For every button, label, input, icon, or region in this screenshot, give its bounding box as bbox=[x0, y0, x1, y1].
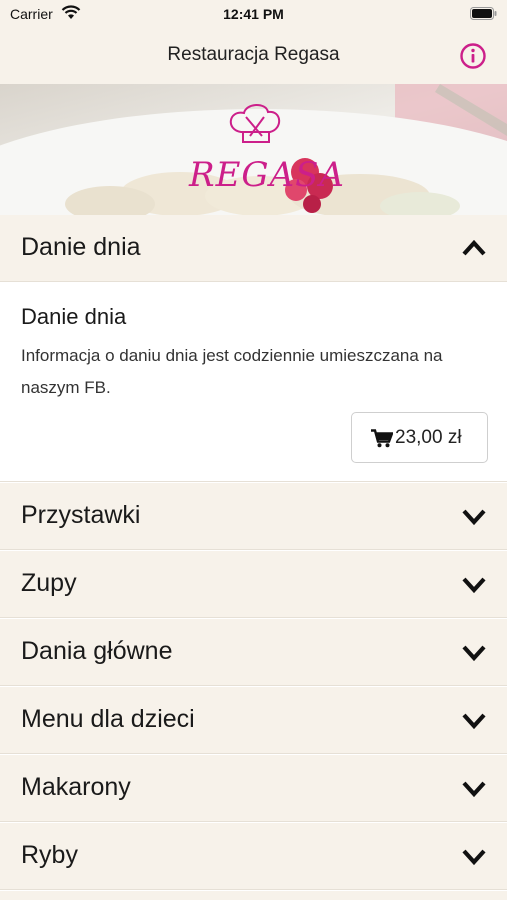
add-to-cart-button[interactable]: 23,00 zł bbox=[351, 412, 488, 463]
chevron-down-icon bbox=[462, 713, 486, 730]
cart-icon bbox=[371, 429, 393, 448]
section-label: Menu dla dzieci bbox=[21, 705, 195, 733]
page-title: Restauracja Regasa bbox=[167, 44, 340, 65]
chevron-down-icon bbox=[462, 509, 486, 526]
chevron-down-icon bbox=[462, 849, 486, 866]
battery-icon bbox=[470, 7, 497, 20]
section-header-zupy[interactable]: Zupy bbox=[0, 551, 507, 618]
next-section-edge bbox=[0, 891, 507, 900]
section-label: Ryby bbox=[21, 841, 78, 869]
chevron-up-icon bbox=[462, 239, 486, 256]
restaurant-logo-text: REGASA bbox=[189, 155, 345, 195]
info-icon[interactable] bbox=[458, 41, 488, 71]
status-clock: 12:41 PM bbox=[223, 6, 284, 22]
dish-description: Informacja o daniu dnia jest codziennie … bbox=[21, 346, 443, 397]
chevron-down-icon bbox=[462, 645, 486, 662]
dish-name: Danie dnia bbox=[21, 304, 127, 329]
section-label: Zupy bbox=[21, 569, 77, 597]
section-header-menu-dla-dzieci[interactable]: Menu dla dzieci bbox=[0, 687, 507, 754]
navigation-bar: Restauracja Regasa bbox=[0, 27, 507, 84]
section-label: Przystawki bbox=[21, 501, 141, 529]
dish-card: Danie dnia Informacja o daniu dnia jest … bbox=[0, 282, 507, 482]
section-header-makarony[interactable]: Makarony bbox=[0, 755, 507, 822]
price-label: 23,00 zł bbox=[395, 427, 462, 448]
section-header-danie-dnia[interactable]: Danie dnia bbox=[0, 215, 507, 282]
status-bar: Carrier 12:41 PM bbox=[0, 0, 507, 27]
chevron-down-icon bbox=[462, 781, 486, 798]
section-label: Danie dnia bbox=[21, 233, 141, 261]
section-header-przystawki[interactable]: Przystawki bbox=[0, 483, 507, 550]
chevron-down-icon bbox=[462, 577, 486, 594]
section-header-dania-glowne[interactable]: Dania główne bbox=[0, 619, 507, 686]
section-header-ryby[interactable]: Ryby bbox=[0, 823, 507, 890]
banner-image bbox=[0, 84, 507, 215]
header-banner: REGASA bbox=[0, 84, 507, 215]
section-label: Dania główne bbox=[21, 637, 173, 665]
section-label: Makarony bbox=[21, 773, 131, 801]
